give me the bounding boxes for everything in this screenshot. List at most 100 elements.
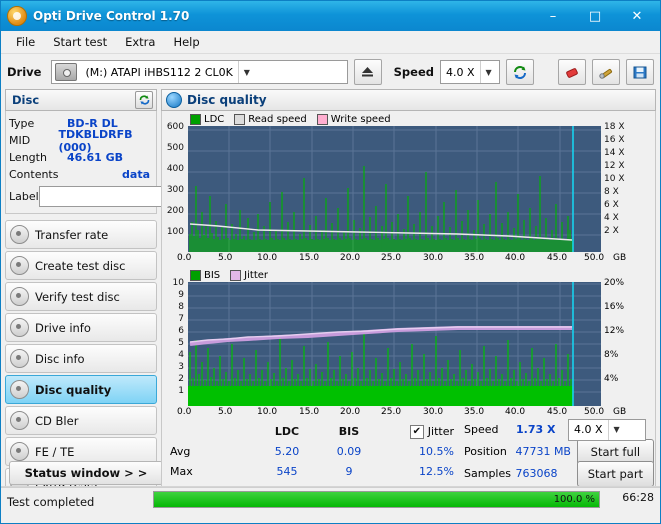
stats-avg-bis: 0.09 bbox=[336, 445, 362, 458]
speed-readout-label: Speed bbox=[464, 423, 499, 436]
stats-row-max: Max 545 9 12.5% bbox=[170, 460, 500, 480]
y-tick: 3 bbox=[178, 362, 184, 372]
burn-icon bbox=[10, 256, 29, 275]
speed-select[interactable]: 4.0 X ▼ bbox=[440, 60, 500, 84]
stats-row-label: Max bbox=[170, 465, 193, 478]
refresh-icon bbox=[514, 65, 526, 79]
stats-avg-jitter: 10.5% bbox=[419, 445, 454, 458]
eject-button[interactable] bbox=[353, 59, 382, 85]
menu-help[interactable]: Help bbox=[164, 32, 208, 52]
error-chart-plot bbox=[188, 126, 601, 252]
tools-button[interactable] bbox=[592, 59, 620, 85]
speed-label: Speed bbox=[393, 65, 434, 79]
y2-tick: 18 X bbox=[604, 122, 625, 132]
samples-value: 763068 bbox=[515, 467, 558, 480]
y-tick: 600 bbox=[166, 122, 184, 132]
drive-icon bbox=[10, 318, 29, 337]
title-bar: Opti Drive Control 1.70 – □ ✕ bbox=[1, 1, 660, 31]
refresh-icon bbox=[139, 95, 149, 105]
legend-swatch-icon bbox=[234, 114, 246, 125]
close-button[interactable]: ✕ bbox=[616, 3, 658, 29]
sidebar-item-label: Drive info bbox=[35, 320, 91, 335]
drive-select-value: (M:) ATAPI iHBS112 2 CL0K bbox=[85, 65, 233, 79]
sidebar-item-label: FE / TE bbox=[35, 444, 75, 459]
x-tick: 0.0 bbox=[177, 253, 192, 263]
error-chart-y-axis: 600 500 400 300 200 100 bbox=[164, 122, 186, 250]
y2-tick: 8 X bbox=[604, 187, 619, 197]
stats-row-avg: Avg 5.20 0.09 10.5% bbox=[170, 440, 500, 460]
disc-quality-header: Disc quality bbox=[161, 89, 656, 111]
speed-select-value: 4.0 X bbox=[446, 65, 475, 79]
sidebar-item-verify-test-disc[interactable]: Verify test disc bbox=[5, 282, 157, 311]
jitter-checkbox[interactable]: ✔ bbox=[409, 424, 424, 439]
jitter-label: Jitter bbox=[427, 425, 454, 438]
y2-tick: 12% bbox=[604, 326, 625, 336]
chevron-down-icon: ▼ bbox=[479, 61, 497, 83]
x-tick: 25.0 bbox=[381, 253, 402, 263]
y-tick: 200 bbox=[166, 206, 184, 216]
content-area: Disc quality LDC Read speed Write speed … bbox=[161, 89, 656, 498]
y-tick: 6 bbox=[178, 326, 184, 336]
chevron-down-icon: ▼ bbox=[237, 61, 255, 83]
error-chart-y2-axis: 18 X 16 X 14 X 12 X 10 X 8 X 6 X 4 X 2 X bbox=[604, 122, 638, 252]
legend-jitter: Jitter bbox=[230, 270, 268, 281]
maximize-button[interactable]: □ bbox=[574, 3, 616, 29]
sidebar-item-cd-bler[interactable]: CD Bler bbox=[5, 406, 157, 435]
disc-row-contents-key: Contents bbox=[9, 168, 59, 181]
y2-tick: 10 X bbox=[604, 174, 625, 184]
x-tick: 40.0 bbox=[505, 407, 526, 417]
sidebar-item-disc-info[interactable]: Disc info bbox=[5, 344, 157, 373]
sidebar-item-label: Transfer rate bbox=[35, 227, 109, 242]
refresh-disc-button[interactable] bbox=[135, 91, 153, 109]
samples-label: Samples bbox=[464, 467, 511, 480]
sidebar-item-transfer-rate[interactable]: Transfer rate bbox=[5, 220, 157, 249]
legend-label: Write speed bbox=[330, 114, 391, 125]
disc-icon bbox=[7, 6, 27, 26]
erase-button[interactable] bbox=[558, 59, 586, 85]
result-speed-select[interactable]: 4.0 X ▼ bbox=[568, 418, 646, 441]
sidebar-item-create-test-disc[interactable]: Create test disc bbox=[5, 251, 157, 280]
x-tick: 5.0 bbox=[218, 407, 233, 417]
refresh-button[interactable] bbox=[506, 59, 534, 85]
y2-tick: 14 X bbox=[604, 148, 625, 158]
disc-label-key: Label bbox=[9, 189, 39, 203]
disc-row-mid-value: TDKBLDRFB (000) bbox=[58, 127, 133, 154]
x-tick: 20.0 bbox=[340, 407, 361, 417]
menu-extra[interactable]: Extra bbox=[116, 32, 164, 52]
start-part-button[interactable]: Start part bbox=[576, 460, 654, 487]
legend-swatch-icon bbox=[190, 114, 201, 125]
bis-chart-plot bbox=[188, 282, 601, 406]
bis-chart-y-axis: 10 9 8 7 6 5 4 3 2 1 bbox=[164, 278, 186, 406]
save-button[interactable] bbox=[626, 59, 654, 85]
error-chart-legend: LDC Read speed Write speed bbox=[164, 113, 653, 126]
elapsed-time: 66:28 bbox=[622, 491, 654, 504]
x-tick: 45.0 bbox=[547, 253, 568, 263]
stats-row-label: Avg bbox=[170, 445, 191, 458]
bis-chart: 10 9 8 7 6 5 4 3 2 1 20% 16% 12% 8% 4% 0… bbox=[164, 278, 653, 420]
bis-chart-legend: BIS Jitter bbox=[164, 266, 653, 282]
y2-tick: 6 X bbox=[604, 200, 619, 210]
stats-header-ldc: LDC bbox=[274, 425, 300, 438]
y2-tick: 4 X bbox=[604, 213, 619, 223]
x-tick: 15.0 bbox=[299, 253, 320, 263]
y-tick: 9 bbox=[178, 290, 184, 300]
x-tick: 20.0 bbox=[340, 253, 361, 263]
stats-max-ldc: 545 bbox=[276, 465, 298, 478]
verify-icon bbox=[10, 287, 29, 306]
y2-tick: 16% bbox=[604, 302, 625, 312]
menu-file[interactable]: File bbox=[7, 32, 44, 52]
menu-start-test[interactable]: Start test bbox=[44, 32, 116, 52]
position-label: Position bbox=[464, 445, 507, 458]
legend-label: LDC bbox=[204, 114, 225, 125]
x-tick: 45.0 bbox=[547, 407, 568, 417]
y-tick: 2 bbox=[178, 374, 184, 384]
legend-bis: BIS bbox=[190, 270, 220, 281]
y2-tick: 2 X bbox=[604, 226, 619, 236]
sidebar-item-drive-info[interactable]: Drive info bbox=[5, 313, 157, 342]
sidebar-item-disc-quality[interactable]: Disc quality bbox=[5, 375, 157, 404]
drive-select[interactable]: (M:) ATAPI iHBS112 2 CL0K ▼ bbox=[51, 60, 348, 84]
x-tick: 5.0 bbox=[218, 253, 233, 263]
bis-chart-y2-axis: 20% 16% 12% 8% 4% bbox=[604, 278, 638, 406]
minimize-button[interactable]: – bbox=[532, 3, 574, 29]
status-window-button[interactable]: Status window > > bbox=[9, 461, 163, 485]
